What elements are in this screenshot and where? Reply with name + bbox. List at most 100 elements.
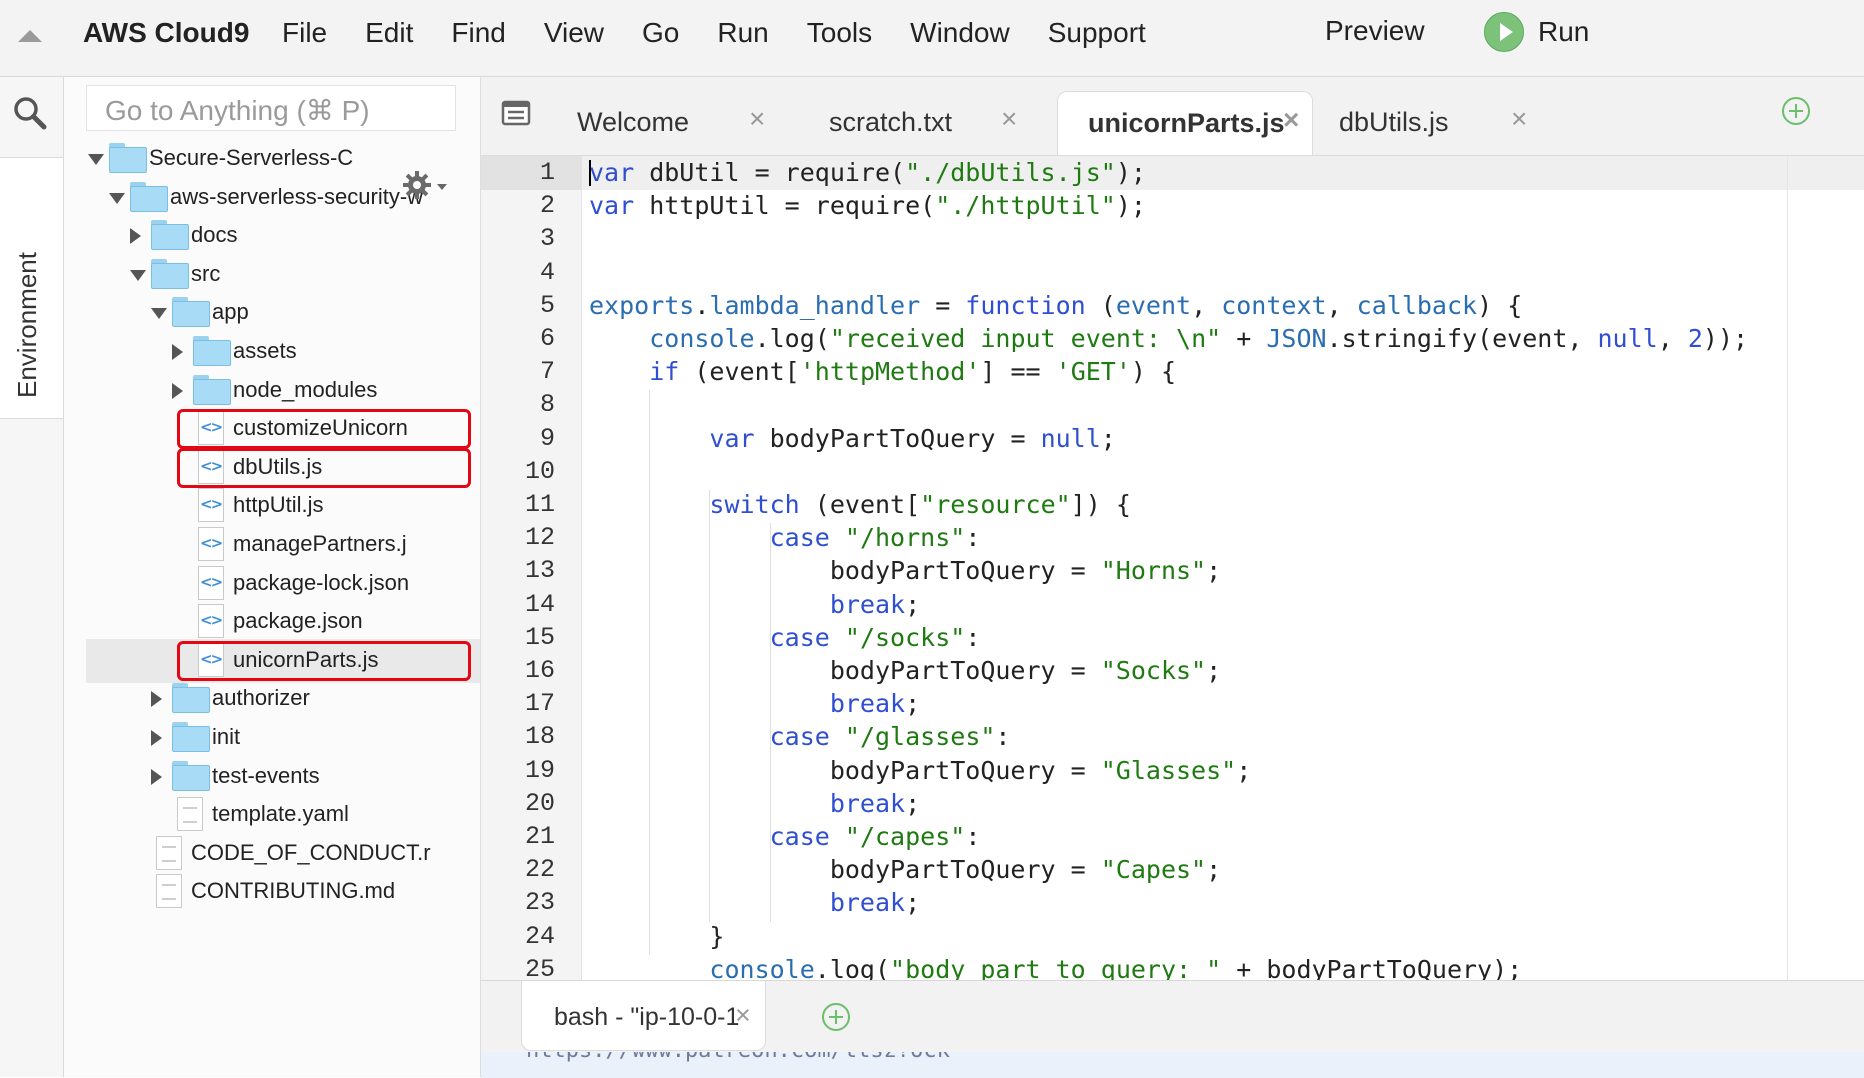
menu-edit[interactable]: Edit <box>365 17 413 49</box>
line-number: 14 <box>524 589 555 619</box>
tree-folder[interactable]: test-events <box>64 755 480 799</box>
code-editor[interactable]: 1 2 3 4 5 6 7 8 9 10 11 12 13 14 15 16 17 18 19 20 21 22 23 24 2… <box>481 156 1864 980</box>
tab-label: scratch.txt <box>829 107 953 137</box>
code-line: case "/horns": <box>769 523 981 553</box>
tree-file[interactable]: package.json <box>64 600 480 644</box>
code-line: break; <box>829 888 921 918</box>
tab-dbutils[interactable]: dbUtils.js × <box>1315 91 1565 155</box>
tree-folder[interactable]: node_modules <box>64 369 480 413</box>
tree-file[interactable]: package-lock.json <box>64 562 480 606</box>
chevron-right-icon[interactable] <box>151 691 162 708</box>
tab-list-icon[interactable] <box>501 99 531 127</box>
chevron-right-icon[interactable] <box>130 228 141 245</box>
chevron-down-icon[interactable] <box>151 308 167 320</box>
tree-folder[interactable]: app <box>64 291 480 335</box>
run-button[interactable]: Run <box>1484 12 1589 52</box>
menu-run[interactable]: Run <box>717 17 768 49</box>
line-number: 20 <box>524 788 555 818</box>
environment-tab[interactable]: Environment <box>0 157 63 419</box>
line-number: 10 <box>524 456 555 486</box>
menu-tools[interactable]: Tools <box>807 17 872 49</box>
search-icon[interactable] <box>12 95 48 131</box>
new-tab-plus-icon[interactable] <box>1782 97 1810 125</box>
menubar: AWS Cloud9 File Edit Find View Go Run To… <box>0 0 1864 77</box>
left-rail: Environment <box>0 77 64 1077</box>
annotation-highlight-box <box>177 447 471 488</box>
preview-button[interactable]: Preview <box>1325 15 1425 47</box>
terminal-panel: bash - "ip-10-0-1 × https://www.patreon.… <box>481 980 1864 1078</box>
terminal-output[interactable]: https://www.patreon.com/ttsz?ock <box>481 1052 1864 1078</box>
close-icon[interactable]: × <box>1283 104 1299 136</box>
menu-find[interactable]: Find <box>451 17 505 49</box>
tab-welcome[interactable]: Welcome × <box>553 91 803 155</box>
new-terminal-plus-icon[interactable] <box>822 1003 850 1031</box>
tab-label: dbUtils.js <box>1339 107 1449 137</box>
chevron-down-icon[interactable] <box>130 269 146 281</box>
tree-item-label: aws-serverless-security-w <box>170 183 424 209</box>
tree-file[interactable]: template.yaml <box>64 793 480 837</box>
chevron-right-icon[interactable] <box>172 344 183 360</box>
document-icon <box>156 835 182 870</box>
chevron-down-icon[interactable] <box>437 184 447 190</box>
folder-icon <box>130 181 168 212</box>
app-brand[interactable]: AWS Cloud9 <box>83 17 249 49</box>
tab-unicornparts[interactable]: unicornParts.js × <box>1057 91 1313 155</box>
line-number: 15 <box>524 622 555 652</box>
tree-folder[interactable]: docs <box>64 214 480 258</box>
line-number: 18 <box>524 722 555 752</box>
menu-file[interactable]: File <box>282 17 327 49</box>
tree-item-label: httpUtil.js <box>233 492 324 518</box>
gear-icon[interactable] <box>402 170 432 200</box>
tree-file[interactable]: managePartners.j <box>64 523 480 567</box>
tree-item-label: authorizer <box>212 685 310 711</box>
close-icon[interactable]: × <box>1001 103 1017 135</box>
tree-item-label: assets <box>233 338 297 363</box>
tree-file[interactable]: CONTRIBUTING.md <box>64 870 480 914</box>
go-to-anything-input[interactable]: Go to Anything (⌘ P) <box>86 85 456 131</box>
tree-item-label: managePartners.j <box>233 531 407 556</box>
menu-window[interactable]: Window <box>910 17 1010 49</box>
chevron-down-icon[interactable] <box>109 192 125 204</box>
tree-folder[interactable]: authorizer <box>64 677 480 721</box>
tree-item-label: test-events <box>212 762 320 788</box>
document-icon <box>177 797 203 832</box>
tree-item-label: package.json <box>233 608 363 634</box>
folder-icon <box>172 722 210 752</box>
close-icon[interactable]: × <box>735 1000 751 1031</box>
js-file-icon <box>198 527 224 561</box>
chevron-right-icon[interactable] <box>151 768 162 785</box>
print-margin <box>1787 156 1788 980</box>
tree-folder[interactable]: init <box>64 716 480 760</box>
tree-item-label: CODE_OF_CONDUCT.r <box>191 839 431 865</box>
close-icon[interactable]: × <box>749 103 765 135</box>
collapse-menubar-icon[interactable] <box>18 30 42 42</box>
line-number: 4 <box>539 257 555 287</box>
close-icon[interactable]: × <box>1511 103 1527 135</box>
tree-item-label: CONTRIBUTING.md <box>191 878 396 904</box>
tab-scratch[interactable]: scratch.txt × <box>805 91 1055 155</box>
tree-file[interactable]: httpUtil.js <box>64 484 480 528</box>
text-cursor <box>589 160 591 186</box>
tree-folder[interactable]: src <box>64 253 480 297</box>
chevron-right-icon[interactable] <box>151 730 162 746</box>
indent-guide <box>649 390 651 955</box>
js-file-icon <box>198 488 224 523</box>
menu-view[interactable]: View <box>544 17 604 49</box>
terminal-tab[interactable]: bash - "ip-10-0-1 × <box>521 981 766 1051</box>
code-line: var dbUtil = require("./dbUtils.js"); <box>589 158 1146 187</box>
line-number: 3 <box>539 224 555 254</box>
tree-folder[interactable]: assets <box>64 330 480 374</box>
line-number: 22 <box>524 855 555 885</box>
code-line: bodyPartToQuery = "Glasses"; <box>589 755 1252 785</box>
folder-icon <box>109 143 147 173</box>
code-line: exports.lambda_handler = function (event… <box>589 290 1523 320</box>
line-number: 11 <box>524 490 555 519</box>
code-line: bodyPartToQuery = "Socks"; <box>589 656 1222 685</box>
menu-go[interactable]: Go <box>642 17 679 49</box>
menu-support[interactable]: Support <box>1048 17 1146 49</box>
chevron-down-icon[interactable] <box>88 154 104 165</box>
chevron-right-icon[interactable] <box>172 382 183 399</box>
code-line: bodyPartToQuery = "Capes"; <box>589 855 1222 885</box>
tree-file[interactable]: CODE_OF_CONDUCT.r <box>64 832 480 876</box>
folder-icon <box>172 760 210 791</box>
